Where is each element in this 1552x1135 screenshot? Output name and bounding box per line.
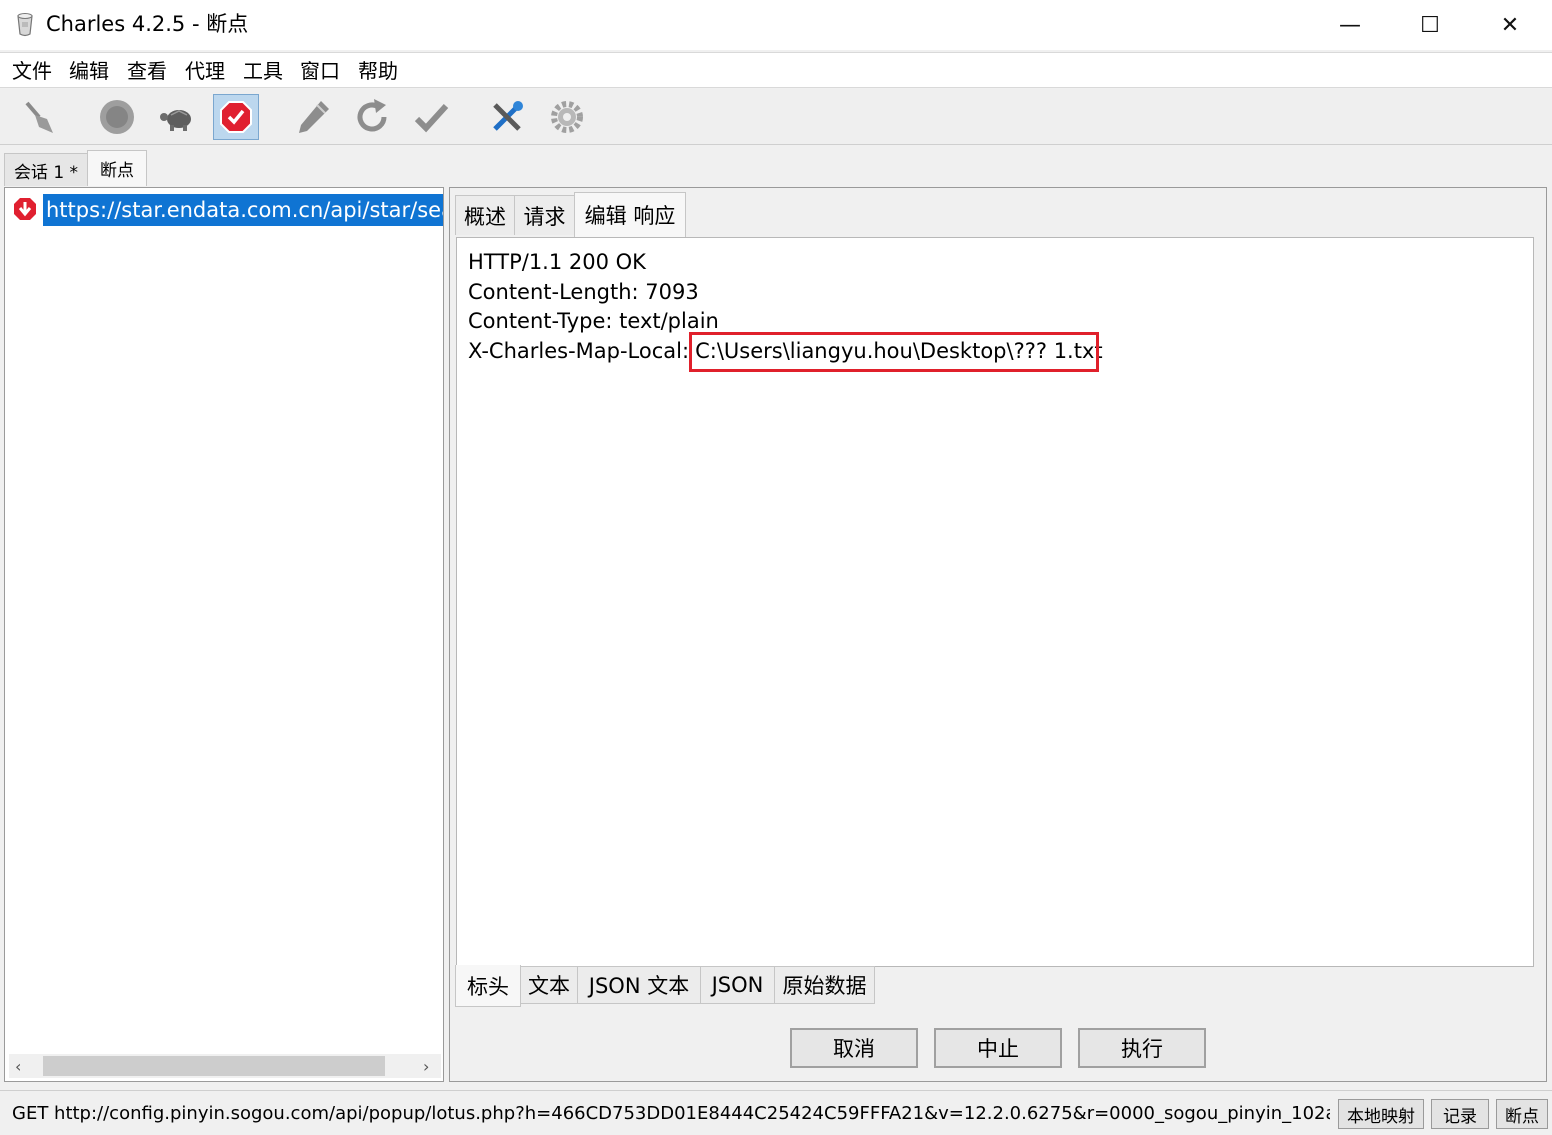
breakpoints-status-button[interactable]: 断点 <box>1496 1099 1548 1129</box>
settings-gear-icon[interactable] <box>544 94 590 140</box>
menu-window[interactable]: 窗口 <box>300 57 340 85</box>
maximize-button[interactable]: ☐ <box>1390 0 1470 50</box>
close-button[interactable]: ✕ <box>1470 0 1550 50</box>
menu-help[interactable]: 帮助 <box>358 57 398 85</box>
menu-tools[interactable]: 工具 <box>243 57 283 85</box>
pen-compose-icon[interactable] <box>290 94 336 140</box>
menu-bar: 文件 编辑 查看 代理 工具 窗口 帮助 <box>0 52 1552 88</box>
window-title: Charles 4.2.5 - 断点 <box>46 12 249 36</box>
map-local-status-button[interactable]: 本地映射 <box>1338 1099 1424 1129</box>
execute-button[interactable]: 执行 <box>1078 1028 1206 1068</box>
title-bar: Charles 4.2.5 - 断点 — ☐ ✕ <box>0 0 1552 50</box>
tab-breakpoints[interactable]: 断点 <box>87 150 147 186</box>
tab-raw-data[interactable]: 原始数据 <box>774 966 875 1004</box>
breakpoint-response-icon <box>13 197 37 221</box>
repeat-icon[interactable] <box>349 94 395 140</box>
tab-json[interactable]: JSON <box>700 966 775 1004</box>
header-content-length[interactable]: Content-Length: 7093 <box>468 278 699 307</box>
tools-icon[interactable] <box>484 94 530 140</box>
record-icon[interactable] <box>94 94 140 140</box>
header-content-type[interactable]: Content-Type: text/plain <box>468 307 719 336</box>
recording-status-button[interactable]: 记录 <box>1431 1099 1489 1129</box>
toolbar <box>0 89 1552 145</box>
menu-file[interactable]: 文件 <box>12 57 52 85</box>
tab-edit-response[interactable]: 编辑 响应 <box>574 192 686 237</box>
tab-request[interactable]: 请求 <box>514 195 575 235</box>
cancel-button[interactable]: 取消 <box>790 1028 918 1068</box>
scrollbar-thumb[interactable] <box>43 1056 385 1076</box>
tab-text[interactable]: 文本 <box>520 966 578 1004</box>
turtle-throttle-icon[interactable] <box>154 94 200 140</box>
menu-view[interactable]: 查看 <box>127 57 167 85</box>
tab-session-1[interactable]: 会话 1 * <box>4 153 88 186</box>
charles-app-icon <box>14 12 36 38</box>
menu-edit[interactable]: 编辑 <box>69 57 109 85</box>
header-map-local-name: X-Charles-Map-Local: <box>468 339 690 363</box>
status-text: GET http://config.pinyin.sogou.com/api/p… <box>12 1103 1330 1124</box>
highlight-box <box>689 332 1099 372</box>
minimize-button[interactable]: — <box>1310 0 1390 50</box>
tab-json-text[interactable]: JSON 文本 <box>577 966 701 1004</box>
broom-icon[interactable] <box>16 94 62 140</box>
list-item[interactable]: https://star.endata.com.cn/api/star/sea <box>9 194 443 226</box>
breakpoint-icon[interactable] <box>213 94 259 140</box>
status-line[interactable]: HTTP/1.1 200 OK <box>468 248 646 277</box>
scroll-left-icon[interactable]: ‹ <box>15 1057 21 1076</box>
status-bar: GET http://config.pinyin.sogou.com/api/p… <box>0 1090 1552 1135</box>
horizontal-scrollbar[interactable]: ‹ › <box>9 1054 441 1078</box>
validate-check-icon[interactable] <box>408 94 454 140</box>
tab-headers[interactable]: 标头 <box>455 965 521 1007</box>
abort-button[interactable]: 中止 <box>934 1028 1062 1068</box>
tab-overview[interactable]: 概述 <box>455 195 515 235</box>
scroll-right-icon[interactable]: › <box>423 1057 429 1076</box>
response-headers-editor[interactable]: HTTP/1.1 200 OK Content-Length: 7093 Con… <box>456 237 1534 967</box>
request-list-pane: https://star.endata.com.cn/api/star/sea … <box>4 187 444 1082</box>
request-url[interactable]: https://star.endata.com.cn/api/star/sea <box>43 194 443 226</box>
menu-proxy[interactable]: 代理 <box>185 57 225 85</box>
